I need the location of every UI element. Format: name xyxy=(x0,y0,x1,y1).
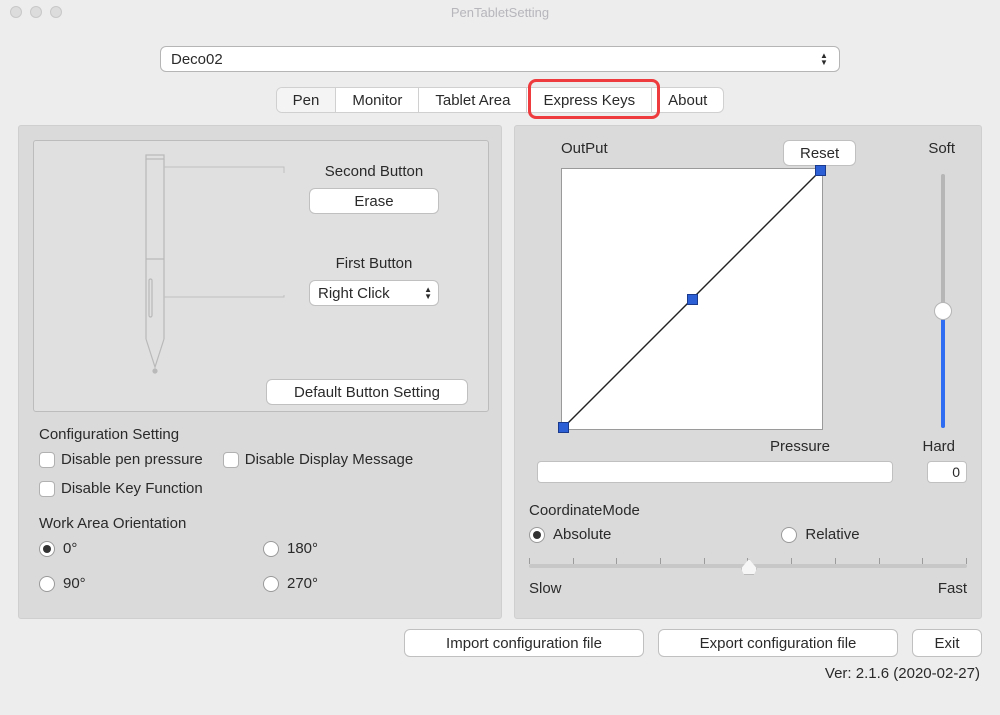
orientation-group: 0° 90° 180° 270° xyxy=(39,540,487,592)
first-button-label: First Button xyxy=(284,255,464,272)
chevron-updown-icon: ▲▼ xyxy=(424,287,432,300)
slider-thumb[interactable] xyxy=(934,302,952,320)
device-selector-row: Deco02 ▲▼ xyxy=(160,46,840,72)
button-label: Reset xyxy=(800,145,839,162)
radio-label: 180° xyxy=(287,540,318,557)
soft-label: Soft xyxy=(928,140,955,157)
radio-icon xyxy=(781,527,797,543)
output-label: OutPut xyxy=(561,140,608,157)
tab-bar: Pen Monitor Tablet Area Express Keys Abo… xyxy=(0,87,1000,113)
select-value: Right Click xyxy=(318,285,390,302)
zoom-icon[interactable] xyxy=(50,6,62,18)
first-button-select[interactable]: Right Click ▲▼ xyxy=(309,280,439,306)
exit-button[interactable]: Exit xyxy=(912,629,982,657)
pen-settings-panel: Second Button Erase First Button Right C… xyxy=(18,125,502,619)
titlebar: PenTabletSetting xyxy=(0,0,1000,24)
version-label: Ver: 2.1.6 (2020-02-27) xyxy=(0,657,1000,682)
checkbox-label: Disable Display Message xyxy=(245,451,413,468)
check-disable-keys[interactable]: Disable Key Function xyxy=(39,480,203,497)
check-disable-pressure[interactable]: Disable pen pressure xyxy=(39,451,203,468)
config-row-2: Disable Key Function xyxy=(39,480,487,497)
pen-diagram-area: Second Button Erase First Button Right C… xyxy=(33,140,489,412)
pressure-value: 0 xyxy=(927,461,967,483)
tab-label: Monitor xyxy=(352,92,402,109)
tab-label: Tablet Area xyxy=(435,92,510,109)
minimize-icon[interactable] xyxy=(30,6,42,18)
button-label: Export configuration file xyxy=(700,635,857,652)
second-button-label: Second Button xyxy=(284,163,464,180)
tab-tablet-area[interactable]: Tablet Area xyxy=(419,88,527,112)
curve-handle-end[interactable] xyxy=(815,165,826,176)
coord-relative[interactable]: Relative xyxy=(781,526,859,543)
pressure-panel: OutPut Reset Soft Pressure Hard 0 Coordi… xyxy=(514,125,982,619)
checkbox-icon xyxy=(39,452,55,468)
chevron-updown-icon: ▲▼ xyxy=(815,47,833,71)
radio-icon xyxy=(529,527,545,543)
checkbox-icon xyxy=(39,481,55,497)
first-button-group: First Button Right Click ▲▼ xyxy=(284,255,464,306)
tab-monitor[interactable]: Monitor xyxy=(336,88,419,112)
config-title: Configuration Setting xyxy=(39,426,487,443)
curve-handle-start[interactable] xyxy=(558,422,569,433)
radio-icon xyxy=(263,576,279,592)
orientation-0[interactable]: 0° xyxy=(39,540,263,557)
default-button-setting[interactable]: Default Button Setting xyxy=(266,379,468,405)
radio-icon xyxy=(39,576,55,592)
orientation-90[interactable]: 90° xyxy=(39,575,263,592)
orientation-180[interactable]: 180° xyxy=(263,540,487,557)
orientation-title: Work Area Orientation xyxy=(39,515,487,532)
coordinate-mode-title: CoordinateMode xyxy=(529,502,640,519)
config-row-1: Disable pen pressure Disable Display Mes… xyxy=(39,451,487,468)
window-title: PenTabletSetting xyxy=(0,5,1000,20)
pressure-curve[interactable] xyxy=(561,168,823,430)
tab-label: Express Keys xyxy=(543,92,635,109)
button-label: Exit xyxy=(935,635,960,652)
tab-label: About xyxy=(668,92,707,109)
orientation-270[interactable]: 270° xyxy=(263,575,487,592)
curve-handle-mid[interactable] xyxy=(687,294,698,305)
radio-label: 0° xyxy=(63,540,77,557)
second-button-group: Second Button Erase xyxy=(284,163,464,214)
radio-label: 90° xyxy=(63,575,86,592)
second-button-value[interactable]: Erase xyxy=(309,188,439,214)
hard-label: Hard xyxy=(922,438,955,455)
radio-label: 270° xyxy=(287,575,318,592)
panels: Second Button Erase First Button Right C… xyxy=(0,113,1000,619)
tab-segmented: Pen Monitor Tablet Area Express Keys Abo… xyxy=(276,87,725,113)
device-select[interactable]: Deco02 ▲▼ xyxy=(160,46,840,72)
radio-label: Absolute xyxy=(553,526,611,543)
close-icon[interactable] xyxy=(10,6,22,18)
radio-icon xyxy=(39,541,55,557)
radio-icon xyxy=(263,541,279,557)
checkbox-icon xyxy=(223,452,239,468)
radio-label: Relative xyxy=(805,526,859,543)
import-config-button[interactable]: Import configuration file xyxy=(404,629,644,657)
device-select-value: Deco02 xyxy=(171,51,223,68)
tab-label: Pen xyxy=(293,92,320,109)
button-label: Default Button Setting xyxy=(294,384,440,401)
fast-label: Fast xyxy=(938,580,967,597)
coordinate-mode-group: Absolute Relative xyxy=(529,526,860,543)
tab-pen[interactable]: Pen xyxy=(277,88,337,112)
softness-slider[interactable] xyxy=(941,174,945,428)
slider-fill xyxy=(941,308,945,428)
pressure-axis-label: Pressure xyxy=(770,438,830,455)
tab-express-keys[interactable]: Express Keys xyxy=(527,88,652,112)
footer-buttons: Import configuration file Export configu… xyxy=(0,619,1000,657)
checkbox-label: Disable pen pressure xyxy=(61,451,203,468)
coord-absolute[interactable]: Absolute xyxy=(529,526,611,543)
tab-about[interactable]: About xyxy=(652,88,723,112)
speed-slider[interactable] xyxy=(529,556,967,574)
reset-button[interactable]: Reset xyxy=(783,140,856,166)
button-label: Import configuration file xyxy=(446,635,602,652)
window-controls xyxy=(10,6,62,18)
button-label: Erase xyxy=(354,193,393,210)
slow-label: Slow xyxy=(529,580,562,597)
pressure-bar xyxy=(537,461,893,483)
check-disable-display[interactable]: Disable Display Message xyxy=(223,451,413,468)
checkbox-label: Disable Key Function xyxy=(61,480,203,497)
slider-thumb[interactable] xyxy=(741,559,757,575)
export-config-button[interactable]: Export configuration file xyxy=(658,629,898,657)
